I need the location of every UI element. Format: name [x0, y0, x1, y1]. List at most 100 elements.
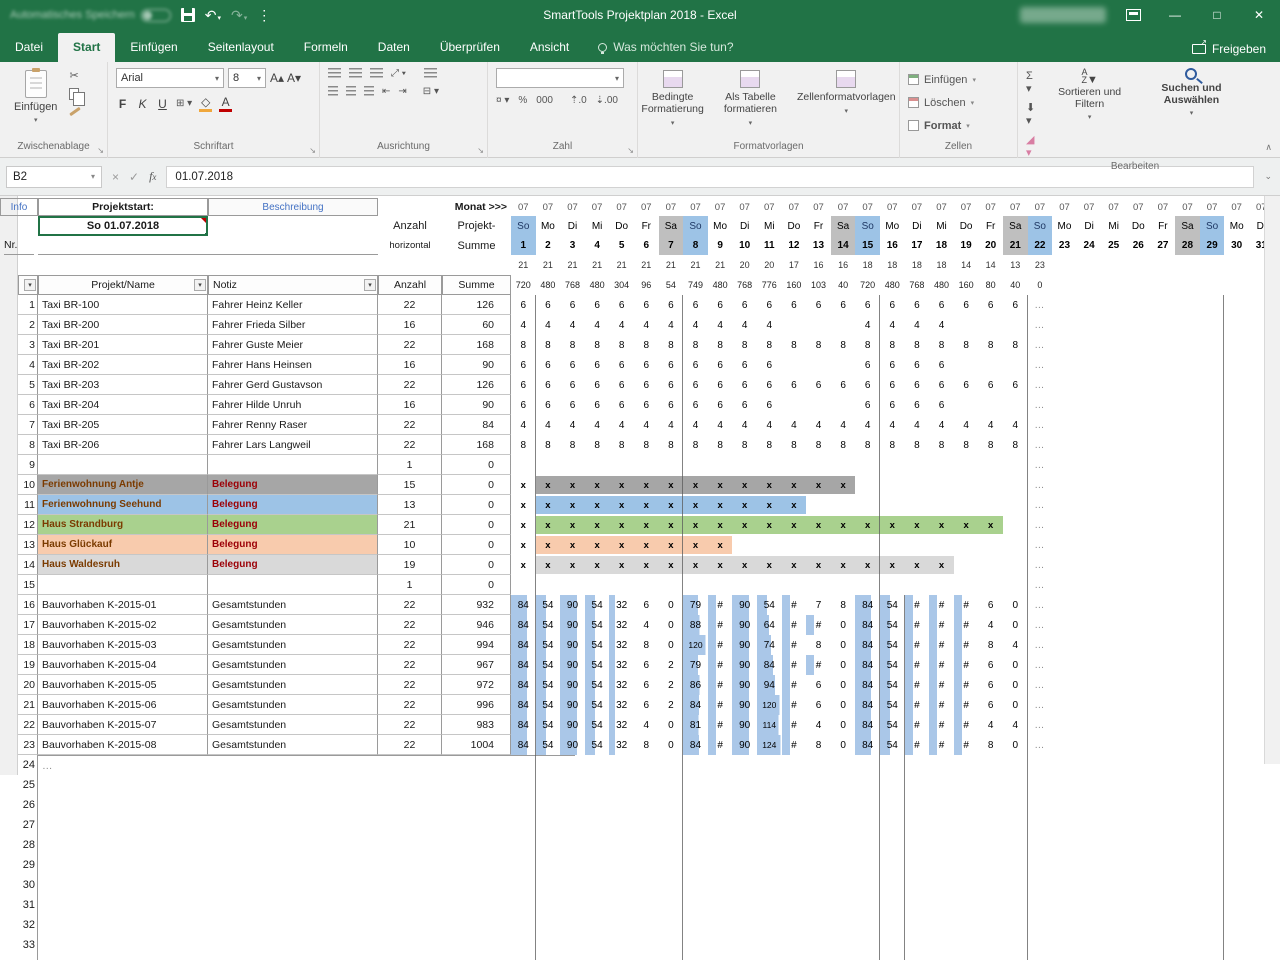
- day-cell[interactable]: 0: [659, 715, 684, 735]
- day-cell[interactable]: 6: [511, 295, 536, 315]
- day-number-header[interactable]: 10: [732, 236, 757, 255]
- day-month-header[interactable]: 07: [634, 198, 659, 216]
- dialog-launcher-icon[interactable]: ↘: [477, 146, 484, 155]
- day-cell[interactable]: 32: [609, 695, 634, 715]
- day-sum-cell[interactable]: 720: [855, 275, 880, 295]
- day-cell-x[interactable]: x: [880, 555, 905, 575]
- day-sum-cell[interactable]: 480: [585, 275, 610, 295]
- day-cell[interactable]: #: [905, 695, 930, 715]
- day-cell[interactable]: #: [782, 675, 807, 695]
- day-cell[interactable]: 0: [1003, 655, 1028, 675]
- day-name-header[interactable]: Fr: [634, 216, 659, 236]
- day-cell[interactable]: 90: [560, 735, 585, 755]
- summe-cell[interactable]: 0: [442, 495, 511, 515]
- row-number[interactable]: 30: [18, 875, 38, 895]
- day-month-header[interactable]: 07: [683, 198, 708, 216]
- day-cell[interactable]: #: [782, 695, 807, 715]
- day-cell-x[interactable]: x: [585, 555, 610, 575]
- day-cell[interactable]: 6: [659, 295, 684, 315]
- day-cell-x[interactable]: x: [609, 475, 634, 495]
- row-number[interactable]: 26: [18, 795, 38, 815]
- wrap-text-icon[interactable]: [424, 68, 437, 79]
- summe-cell[interactable]: 168: [442, 435, 511, 455]
- row-number[interactable]: 15: [18, 575, 38, 595]
- day-cell[interactable]: 54: [585, 735, 610, 755]
- row-number[interactable]: 6: [18, 395, 38, 415]
- day-cell[interactable]: 4: [831, 415, 856, 435]
- day-cell[interactable]: 8: [978, 335, 1003, 355]
- day-cell[interactable]: 6: [634, 695, 659, 715]
- day-sum-cell[interactable]: 749: [683, 275, 708, 295]
- day-cell[interactable]: 79: [683, 595, 708, 615]
- day-cell[interactable]: 6: [585, 295, 610, 315]
- day-number-header[interactable]: 16: [880, 236, 905, 255]
- day-sum-cell[interactable]: 768: [905, 275, 930, 295]
- project-name-cell[interactable]: Bauvorhaben K-2015-07: [38, 715, 208, 735]
- day-cell[interactable]: 6: [929, 395, 954, 415]
- filter-header-summe[interactable]: Summe: [442, 275, 511, 295]
- day-name-header[interactable]: So: [511, 216, 536, 236]
- day-number-header[interactable]: 18: [929, 236, 954, 255]
- day-cell[interactable]: 4: [782, 415, 807, 435]
- day-cell[interactable]: 6: [880, 355, 905, 375]
- day-sum-cell[interactable]: 304: [609, 275, 634, 295]
- day-count-cell[interactable]: 21: [609, 255, 634, 275]
- day-cell[interactable]: 6: [1003, 375, 1028, 395]
- day-cell-x[interactable]: x: [585, 475, 610, 495]
- day-cell[interactable]: #: [905, 735, 930, 755]
- day-cell[interactable]: 84: [511, 695, 536, 715]
- day-count-cell[interactable]: 20: [732, 255, 757, 275]
- day-cell[interactable]: 4: [659, 415, 684, 435]
- number-format-combo[interactable]: ▾: [496, 68, 624, 88]
- row-number[interactable]: 19: [18, 655, 38, 675]
- day-cell-x[interactable]: x: [585, 535, 610, 555]
- day-count-cell[interactable]: 18: [929, 255, 954, 275]
- day-cell[interactable]: 6: [806, 675, 831, 695]
- percent-style-icon[interactable]: %: [518, 95, 527, 106]
- day-cell[interactable]: #: [929, 655, 954, 675]
- day-count-cell[interactable]: 21: [659, 255, 684, 275]
- day-count-cell[interactable]: 21: [708, 255, 733, 275]
- day-cell[interactable]: #: [708, 735, 733, 755]
- anzahl-cell[interactable]: 1: [378, 455, 442, 475]
- day-cell[interactable]: 6: [609, 295, 634, 315]
- row-number[interactable]: 27: [18, 815, 38, 835]
- day-cell-x[interactable]: x: [511, 515, 536, 535]
- row-number[interactable]: 16: [18, 595, 38, 615]
- dialog-launcher-icon[interactable]: ↘: [627, 146, 634, 155]
- day-name-header[interactable]: Sa: [1003, 216, 1028, 236]
- summe-cell[interactable]: 60: [442, 315, 511, 335]
- align-left-icon[interactable]: [328, 86, 338, 97]
- day-name-header[interactable]: Sa: [659, 216, 684, 236]
- selected-cell-projektstart[interactable]: So 01.07.2018: [38, 216, 208, 236]
- day-cell[interactable]: #: [954, 655, 979, 675]
- day-number-header[interactable]: 15: [855, 236, 880, 255]
- autosum-icon[interactable]: Σ ▾: [1026, 70, 1040, 96]
- day-cell[interactable]: 6: [511, 375, 536, 395]
- day-cell-x[interactable]: x: [536, 495, 561, 515]
- day-cell[interactable]: 8: [757, 335, 782, 355]
- day-cell[interactable]: 54: [536, 715, 561, 735]
- insert-cells-button[interactable]: Einfügen▾: [908, 70, 976, 89]
- project-name-cell[interactable]: Bauvorhaben K-2015-05: [38, 675, 208, 695]
- day-cell[interactable]: 4: [634, 315, 659, 335]
- day-name-header[interactable]: So: [855, 216, 880, 236]
- day-cell[interactable]: 90: [732, 695, 757, 715]
- day-cell[interactable]: 6: [806, 695, 831, 715]
- day-cell[interactable]: 8: [978, 635, 1003, 655]
- day-number-header[interactable]: 11: [757, 236, 782, 255]
- anzahl-cell[interactable]: 16: [378, 315, 442, 335]
- day-cell[interactable]: 4: [560, 315, 585, 335]
- day-cell[interactable]: 8: [806, 335, 831, 355]
- day-cell[interactable]: #: [782, 595, 807, 615]
- anzahl-cell[interactable]: 15: [378, 475, 442, 495]
- day-cell[interactable]: 4: [634, 715, 659, 735]
- underline-button[interactable]: U: [156, 97, 169, 111]
- day-cell[interactable]: 6: [708, 295, 733, 315]
- day-cell[interactable]: 6: [511, 355, 536, 375]
- day-cell[interactable]: 8: [880, 435, 905, 455]
- day-cell[interactable]: 8: [855, 335, 880, 355]
- day-cell[interactable]: 84: [511, 735, 536, 755]
- day-cell[interactable]: 6: [954, 375, 979, 395]
- day-cell[interactable]: 8: [708, 335, 733, 355]
